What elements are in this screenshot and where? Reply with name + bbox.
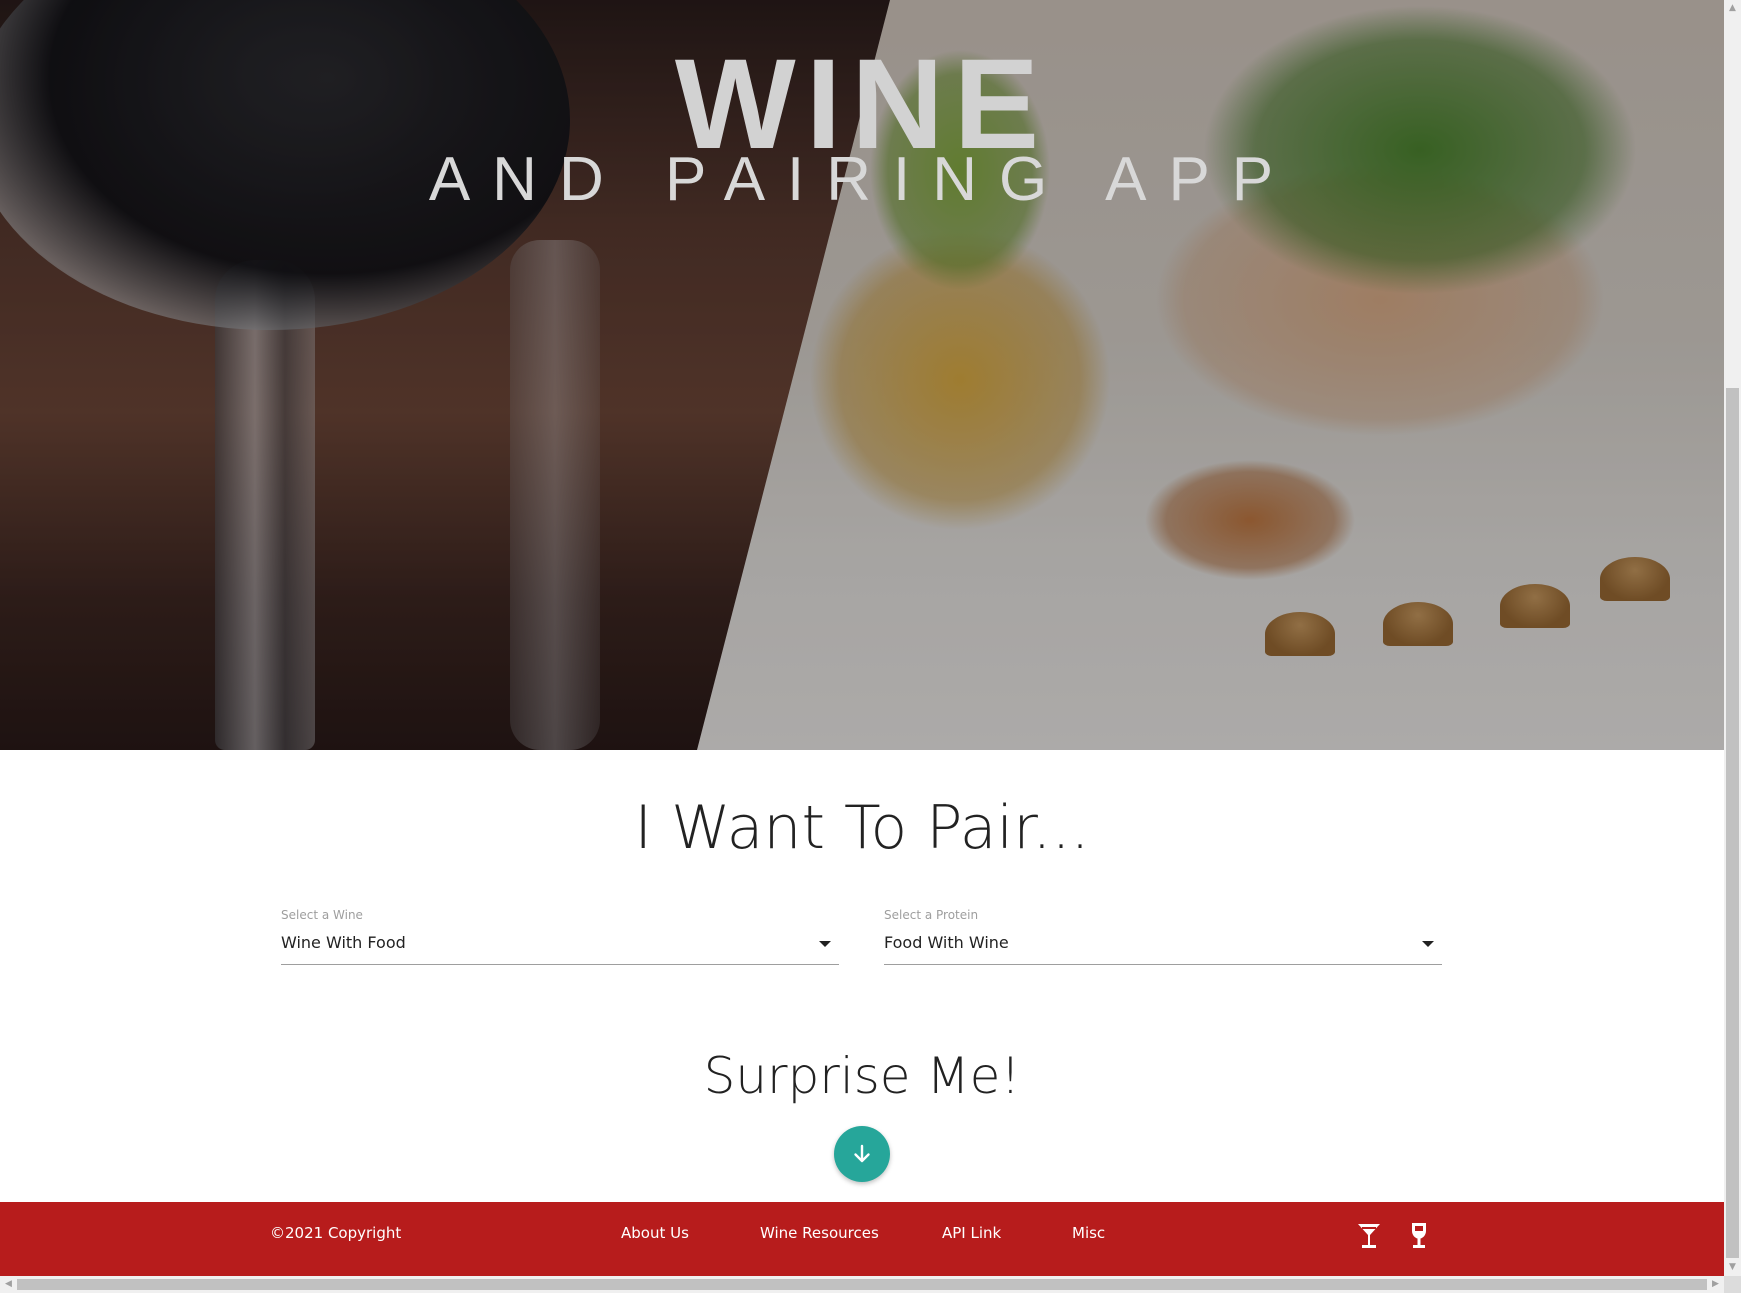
- horizontal-scrollbar[interactable]: ◀ ▶: [0, 1276, 1724, 1293]
- footer: ©2021 Copyright About Us Wine Resources …: [0, 1202, 1724, 1276]
- footer-link-wine-resources[interactable]: Wine Resources: [760, 1202, 879, 1264]
- surprise-heading: Surprise Me!: [703, 1047, 1021, 1105]
- footer-link-api[interactable]: API Link: [942, 1202, 1001, 1264]
- horizontal-scrollbar-thumb[interactable]: [17, 1279, 1707, 1290]
- scrollbar-corner: [1724, 1276, 1741, 1293]
- martini-glass-icon[interactable]: [1355, 1220, 1383, 1250]
- scroll-down-arrow-icon[interactable]: ▼: [1724, 1259, 1741, 1276]
- hero-subtitle: AND PAIRING APP: [428, 145, 1296, 214]
- wine-select-label: Select a Wine: [281, 908, 363, 922]
- caret-down-icon: [819, 941, 831, 947]
- wine-select-value: Wine With Food: [281, 933, 406, 952]
- wine-select[interactable]: Wine With Food: [281, 924, 839, 965]
- protein-select-field: Select a Protein Food With Wine: [884, 906, 1442, 965]
- scroll-up-arrow-icon[interactable]: ▲: [1724, 0, 1741, 17]
- footer-link-misc[interactable]: Misc: [1072, 1202, 1105, 1264]
- caret-down-icon: [1422, 941, 1434, 947]
- protein-select-label: Select a Protein: [884, 908, 979, 922]
- footer-link-about-us[interactable]: About Us: [621, 1202, 689, 1264]
- hero-banner: WINE AND PAIRING APP: [0, 0, 1724, 750]
- page: WINE AND PAIRING APP I Want To Pair... S…: [0, 0, 1724, 1276]
- arrow-down-icon: [854, 1144, 870, 1163]
- scroll-left-arrow-icon[interactable]: ◀: [0, 1276, 17, 1293]
- protein-select-value: Food With Wine: [884, 933, 1009, 952]
- copyright-text: ©2021 Copyright: [270, 1224, 402, 1242]
- wine-select-field: Select a Wine Wine With Food: [281, 906, 839, 965]
- wine-glass-icon[interactable]: [1405, 1220, 1433, 1250]
- pair-heading: I Want To Pair...: [634, 793, 1090, 863]
- vertical-scrollbar[interactable]: ▲ ▼: [1724, 0, 1741, 1276]
- surprise-me-button[interactable]: [834, 1126, 890, 1182]
- vertical-scrollbar-thumb[interactable]: [1726, 388, 1739, 1258]
- protein-select[interactable]: Food With Wine: [884, 924, 1442, 965]
- scroll-right-arrow-icon[interactable]: ▶: [1707, 1276, 1724, 1293]
